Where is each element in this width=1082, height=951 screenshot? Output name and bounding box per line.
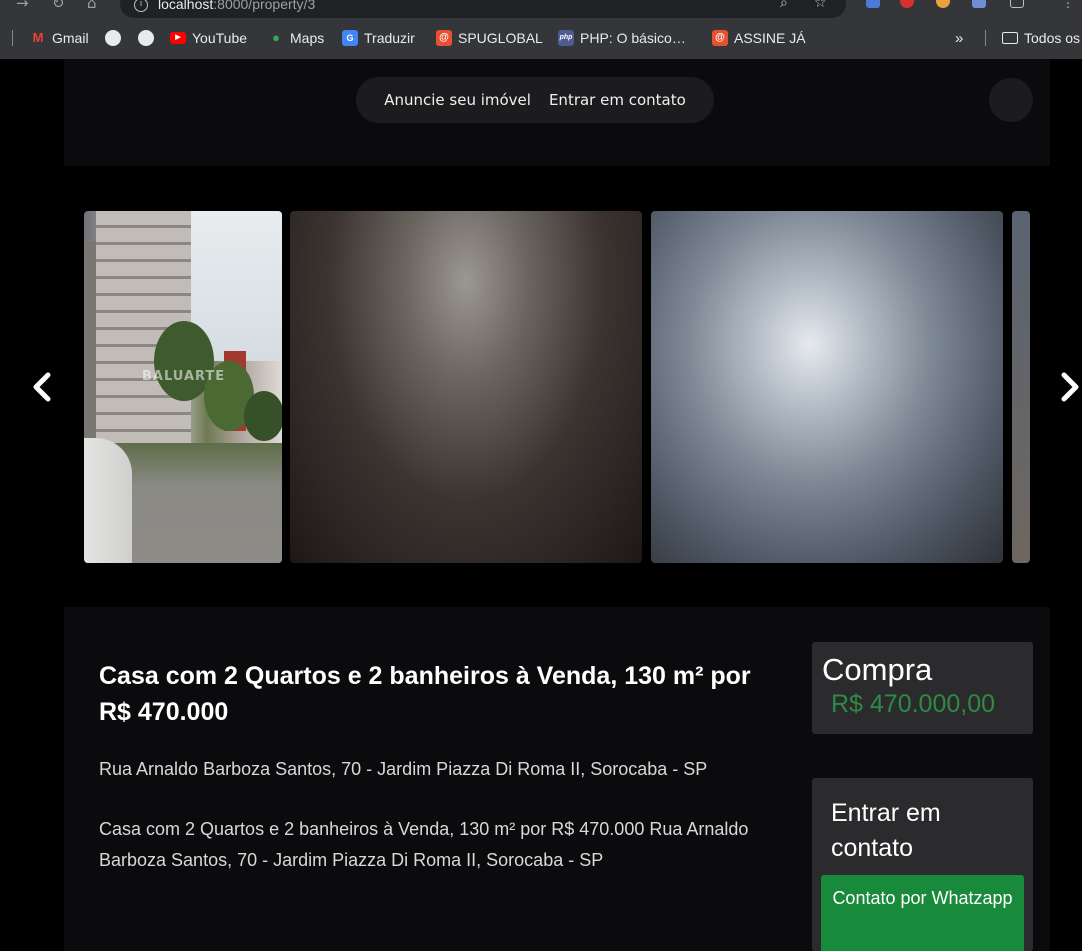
chevron-left-icon (33, 372, 51, 402)
contact-card: Entrar em contato Contato por Whatzapp (812, 778, 1033, 951)
carousel-next-button[interactable] (1056, 367, 1082, 407)
price-value: R$ 470.000,00 (831, 690, 996, 718)
youtube-icon: ▶ (170, 32, 186, 44)
bookmark-globe[interactable] (105, 29, 121, 47)
page: Anuncie seu imóvel Entrar em contato BAL… (0, 59, 1082, 951)
bookmark-label: Traduzir (364, 30, 415, 46)
property-details: Casa com 2 Quartos e 2 banheiros à Venda… (64, 607, 1050, 951)
whatsapp-contact-button[interactable]: Contato por Whatzapp (821, 875, 1024, 951)
assine-icon: @ (712, 30, 728, 46)
photo-carousel: BALUARTE (0, 211, 1082, 563)
carousel-prev-button[interactable] (28, 367, 58, 407)
property-photo[interactable] (1012, 211, 1030, 563)
url-path: :8000/property/3 (213, 0, 316, 12)
bookmark-youtube[interactable]: ▶ YouTube (170, 29, 247, 47)
browser-toolbar: → ↻ ⌂ i localhost:8000/property/3 ⌕ ☆ ⋮ (0, 0, 1082, 18)
bookmark-label: YouTube (192, 30, 248, 46)
main-nav: Anuncie seu imóvel Entrar em contato (356, 77, 714, 123)
price-card: Compra R$ 470.000,00 (812, 642, 1033, 734)
bookmark-spuglobal[interactable]: @ SPUGLOBAL (436, 29, 543, 47)
url-host: localhost (158, 0, 214, 12)
bookmark-assine[interactable]: @ ASSINE JÁ (712, 29, 806, 47)
nav-link-contact[interactable]: Entrar em contato (549, 91, 686, 109)
all-bookmarks-folder[interactable]: Todos os (1002, 29, 1080, 47)
extension-icon[interactable] (866, 0, 880, 8)
property-address: Rua Arnaldo Barboza Santos, 70 - Jardim … (99, 759, 708, 779)
reload-icon[interactable]: ↻ (52, 0, 65, 11)
bookmark-star-icon[interactable]: ☆ (814, 0, 827, 11)
property-description: Casa com 2 Quartos e 2 banheiros à Venda… (99, 819, 749, 870)
bookmarks-bar: M Gmail ▶ YouTube ● Maps G Traduzir @ SP… (0, 18, 1082, 59)
extension-icon[interactable] (972, 0, 986, 8)
php-icon: php (558, 30, 574, 46)
extension-icon[interactable] (900, 0, 914, 8)
globe-icon (138, 30, 154, 46)
property-photo[interactable] (651, 211, 1003, 563)
bookmark-gmail[interactable]: M Gmail (30, 29, 89, 47)
price-label: Compra (822, 652, 933, 687)
theme-toggle-button[interactable] (989, 78, 1033, 122)
maps-icon: ● (272, 30, 280, 45)
site-info-icon[interactable]: i (134, 0, 148, 12)
site-header: Anuncie seu imóvel Entrar em contato (64, 59, 1050, 166)
home-icon[interactable]: ⌂ (87, 0, 97, 11)
spuglobal-icon: @ (436, 30, 452, 46)
bookmark-label: Gmail (52, 30, 89, 46)
url-text: localhost:8000/property/3 (158, 0, 315, 12)
translate-icon: G (342, 30, 358, 46)
forward-icon[interactable]: → (16, 0, 29, 11)
folder-icon (1002, 32, 1018, 44)
profile-menu-icon[interactable]: ⋮ (1062, 0, 1076, 10)
zoom-icon[interactable]: ⌕ (780, 0, 788, 11)
bookmark-label: SPUGLOBAL (458, 30, 543, 46)
bookmark-translate[interactable]: G Traduzir (342, 29, 415, 47)
bookmark-maps[interactable]: ● Maps (268, 29, 324, 47)
bookmarks-overflow-button[interactable]: » (955, 29, 963, 47)
bookmark-label: PHP: O básico… (580, 30, 686, 46)
contact-title: Entrar em contato (831, 799, 941, 862)
bookmark-globe[interactable] (138, 29, 154, 47)
moon-icon (1004, 92, 1012, 108)
address-bar[interactable]: i localhost:8000/property/3 ⌕ ☆ (120, 0, 846, 18)
chevron-right-icon (1061, 372, 1079, 402)
property-title: Casa com 2 Quartos e 2 banheiros à Venda… (99, 662, 751, 726)
extension-icon[interactable] (936, 0, 950, 8)
bookmarks-divider (985, 30, 986, 46)
chevron-double-right-icon: » (955, 29, 964, 47)
photo-watermark: BALUARTE (142, 369, 226, 384)
gmail-icon: M (32, 30, 44, 45)
property-photo[interactable]: BALUARTE (84, 211, 282, 563)
extensions-menu-icon[interactable] (1010, 0, 1024, 8)
bookmark-label: Todos os (1024, 30, 1081, 46)
bookmark-label: Maps (290, 30, 325, 46)
globe-icon (105, 30, 121, 46)
property-photo[interactable] (290, 211, 642, 563)
nav-link-advertise[interactable]: Anuncie seu imóvel (384, 91, 531, 109)
bookmark-php[interactable]: php PHP: O básico… (558, 29, 686, 47)
bookmark-label: ASSINE JÁ (734, 30, 806, 46)
bookmarks-divider (12, 30, 13, 46)
